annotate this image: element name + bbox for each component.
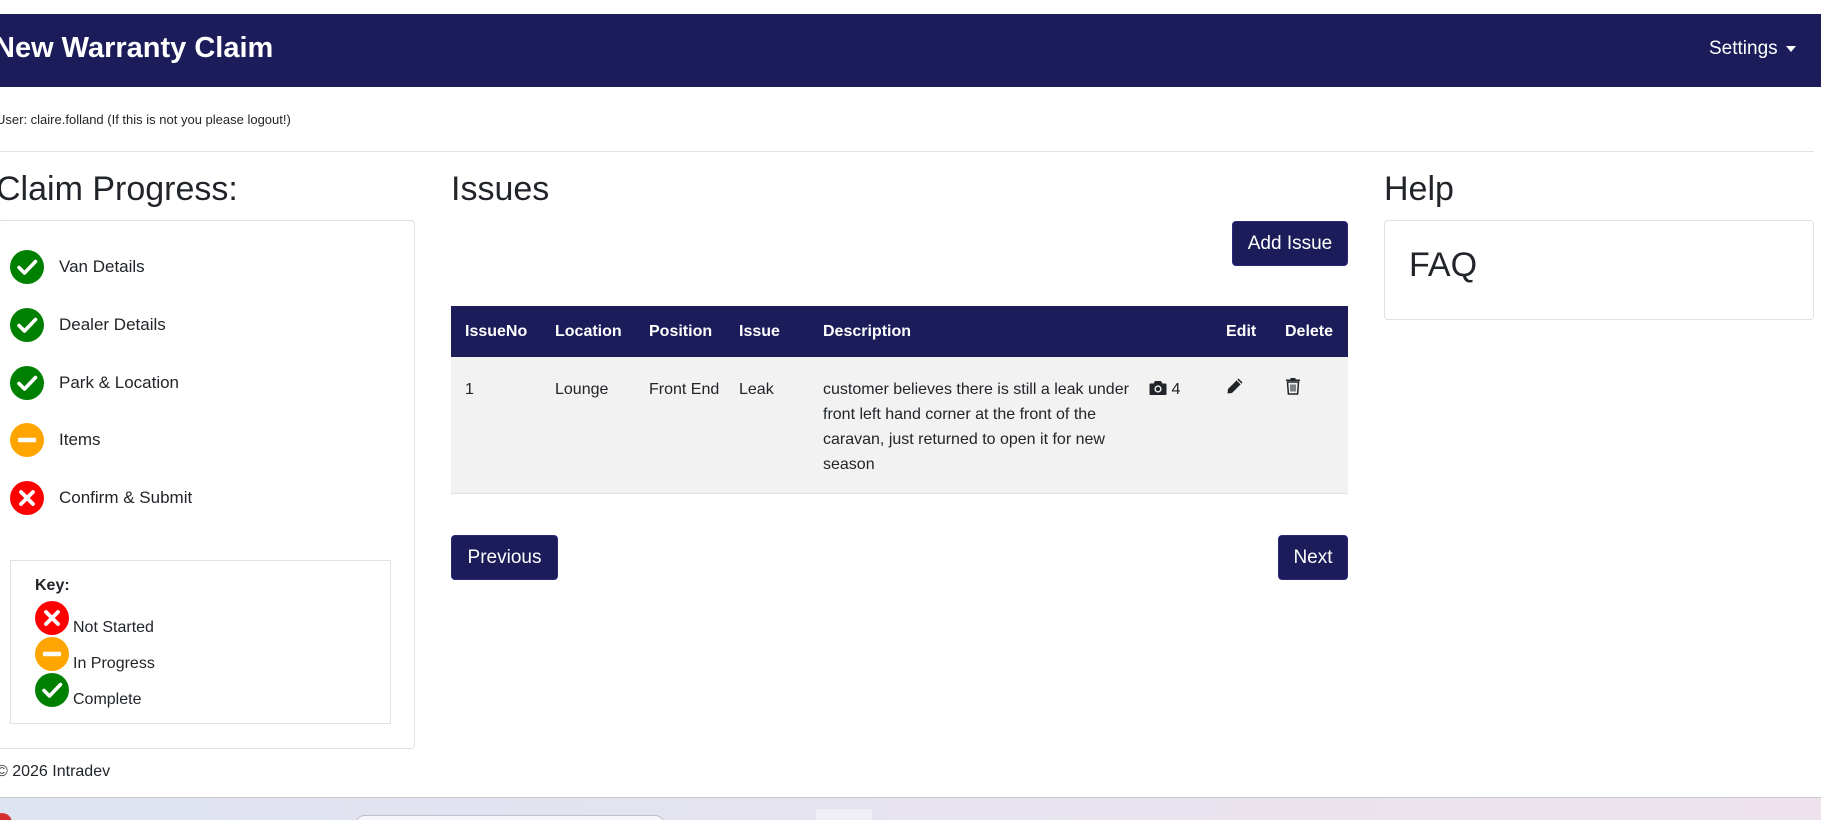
photo-count: 4 xyxy=(1171,381,1181,398)
key-complete: Complete xyxy=(35,673,142,708)
help-title: Help xyxy=(1384,170,1454,208)
column-header xyxy=(1135,306,1212,357)
photos-cell[interactable]: 4 xyxy=(1135,357,1212,494)
progress-step-park-location[interactable]: Park & Location xyxy=(10,365,179,401)
progress-step-van-details[interactable]: Van Details xyxy=(10,249,145,285)
column-header: Delete xyxy=(1271,306,1348,357)
position-cell: Front End xyxy=(635,357,725,494)
column-header: Position xyxy=(635,306,725,357)
key-label: In Progress xyxy=(73,655,155,672)
os-taskbar xyxy=(0,797,1821,820)
x-circle-icon xyxy=(35,601,69,635)
table-row: 1 Lounge Front End Leak customer believe… xyxy=(451,357,1348,494)
navbar: New Warranty Claim Settings xyxy=(0,14,1821,87)
check-circle-icon xyxy=(35,673,69,707)
settings-dropdown[interactable]: Settings xyxy=(1709,38,1796,60)
pencil-icon xyxy=(1227,378,1243,394)
edit-button[interactable] xyxy=(1226,377,1244,403)
location-cell: Lounge xyxy=(541,357,635,494)
trash-icon xyxy=(1286,378,1300,395)
progress-step-label: Items xyxy=(59,430,101,449)
caret-down-icon xyxy=(1785,45,1796,52)
check-circle-icon xyxy=(10,366,44,400)
settings-label: Settings xyxy=(1709,38,1778,59)
key-label: Not Started xyxy=(73,619,154,636)
add-issue-button[interactable]: Add Issue xyxy=(1232,221,1348,266)
claim-progress-card: Van Details Dealer Details Park & Locati… xyxy=(0,220,415,749)
issues-title: Issues xyxy=(451,170,550,208)
delete-cell xyxy=(1271,357,1348,494)
key-in-progress: In Progress xyxy=(35,637,155,672)
status-key: Key: Not Started In Progress Complete xyxy=(10,560,391,724)
taskbar-search-box[interactable] xyxy=(355,815,665,820)
taskbar-tile[interactable] xyxy=(816,809,872,820)
column-header: Edit xyxy=(1212,306,1271,357)
footer-copyright: © 2026 Intradev xyxy=(0,763,111,780)
progress-step-label: Dealer Details xyxy=(59,315,166,334)
divider xyxy=(0,151,1814,152)
current-user-line: User: claire.folland (If this is not you… xyxy=(0,112,291,127)
issue-cell: Leak xyxy=(725,357,809,494)
minus-circle-icon xyxy=(10,423,44,457)
description-cell: customer believes there is still a leak … xyxy=(809,357,1135,494)
progress-step-label: Confirm & Submit xyxy=(59,488,193,507)
edit-cell xyxy=(1212,357,1271,494)
check-circle-icon xyxy=(10,308,44,342)
issue-no-cell: 1 xyxy=(451,357,541,494)
issues-table-header: IssueNo Location Position Issue Descript… xyxy=(451,306,1348,357)
next-button[interactable]: Next xyxy=(1278,535,1348,580)
column-header: Location xyxy=(541,306,635,357)
key-not-started: Not Started xyxy=(35,601,154,636)
previous-button[interactable]: Previous xyxy=(451,535,558,580)
progress-step-label: Park & Location xyxy=(59,373,180,392)
help-card: FAQ xyxy=(1384,220,1814,320)
progress-step-confirm-submit[interactable]: Confirm & Submit xyxy=(10,480,192,516)
column-header: IssueNo xyxy=(451,306,541,357)
key-label: Complete xyxy=(73,691,142,708)
column-header: Description xyxy=(809,306,1135,357)
navbar-brand[interactable]: New Warranty Claim xyxy=(0,32,273,65)
minus-circle-icon xyxy=(35,637,69,671)
key-title: Key: xyxy=(35,577,70,594)
faq-link[interactable]: FAQ xyxy=(1409,246,1477,285)
camera-icon xyxy=(1149,381,1167,395)
progress-step-dealer-details[interactable]: Dealer Details xyxy=(10,307,166,343)
delete-button[interactable] xyxy=(1285,377,1301,403)
browser-top-strip xyxy=(0,0,1821,14)
check-circle-icon xyxy=(10,250,44,284)
progress-step-items[interactable]: Items xyxy=(10,422,101,458)
column-header: Issue xyxy=(725,306,809,357)
claim-progress-title: Claim Progress: xyxy=(0,170,238,208)
x-circle-icon xyxy=(10,481,44,515)
issues-table: IssueNo Location Position Issue Descript… xyxy=(451,306,1348,494)
progress-step-label: Van Details xyxy=(59,257,145,276)
